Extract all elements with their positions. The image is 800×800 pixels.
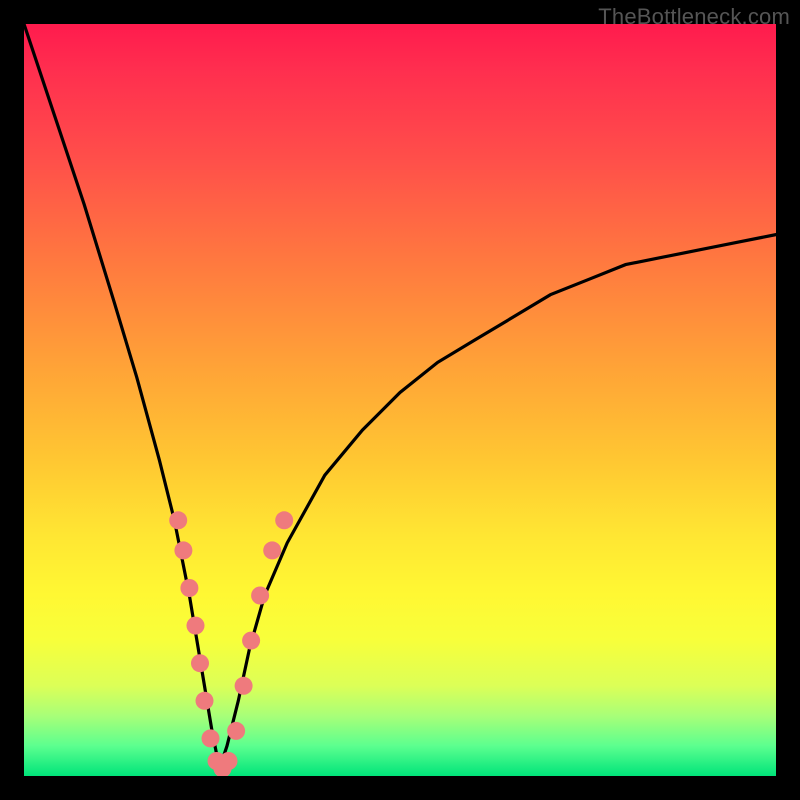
highlight-dot	[235, 677, 253, 695]
highlight-dot	[187, 617, 205, 635]
highlight-dot	[263, 541, 281, 559]
highlight-dot	[174, 541, 192, 559]
highlight-dot	[191, 654, 209, 672]
watermark-label: TheBottleneck.com	[598, 4, 790, 30]
highlight-dot	[169, 511, 187, 529]
bottleneck-curve	[24, 24, 776, 769]
highlight-dots-group	[169, 511, 293, 776]
highlight-dot	[196, 692, 214, 710]
highlight-dot	[227, 722, 245, 740]
highlight-dot	[242, 632, 260, 650]
highlight-dot	[275, 511, 293, 529]
highlight-dot	[220, 752, 238, 770]
chart-plot-area	[24, 24, 776, 776]
highlight-dot	[251, 587, 269, 605]
bottleneck-chart-svg	[24, 24, 776, 776]
highlight-dot	[202, 729, 220, 747]
highlight-dot	[180, 579, 198, 597]
